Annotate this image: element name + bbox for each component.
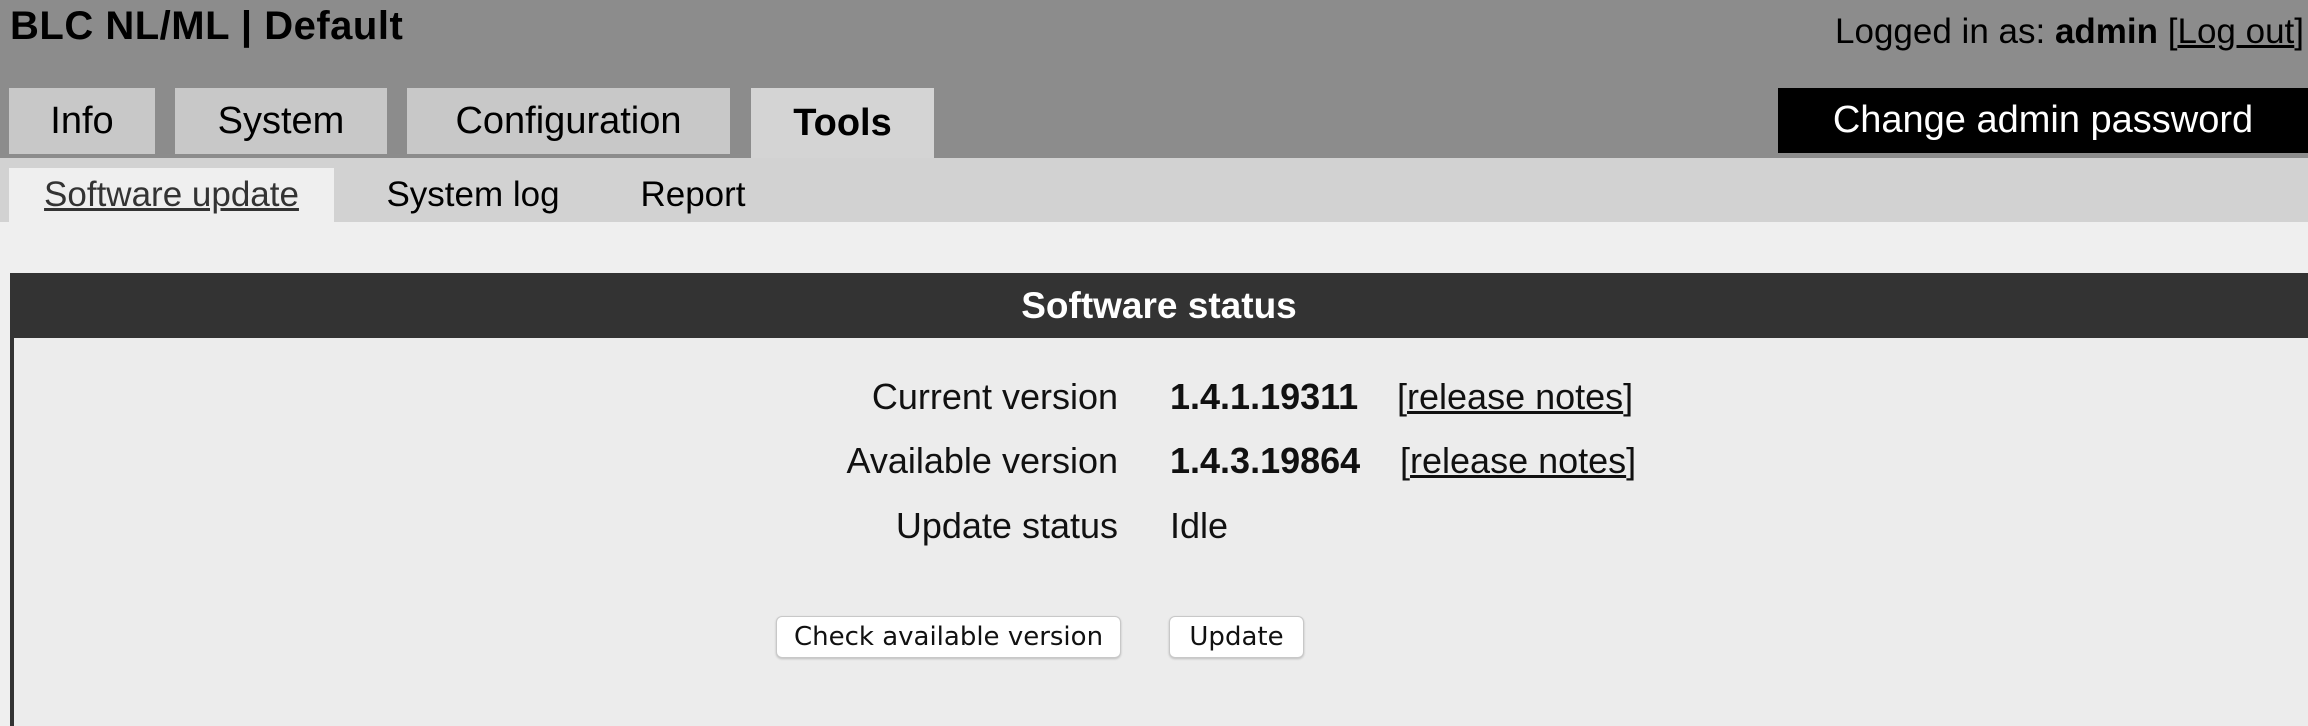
subtab-system-log[interactable]: System log [370,168,576,222]
current-version-label: Current version [871,376,1118,417]
change-admin-password-button[interactable]: Change admin password [1778,88,2308,153]
current-release-notes-link[interactable]: [release notes] [1397,376,1633,418]
tab-tools[interactable]: Tools [751,88,934,158]
update-status-value: Idle [1170,505,1229,546]
notes-bracket-close: ] [1626,440,1637,481]
panel-title: Software status [10,273,2308,338]
release-notes-text: release notes [1407,376,1624,417]
notes-bracket-open: [ [1400,440,1411,481]
update-status-label: Update status [895,505,1118,546]
subtab-report[interactable]: Report [628,168,758,222]
tab-configuration[interactable]: Configuration [407,88,730,154]
available-release-notes-link[interactable]: [release notes] [1400,440,1636,482]
login-info: Logged in as: admin [Log out] [1835,12,2304,52]
login-prefix: Logged in as: [1835,12,2055,51]
available-version-label: Available version [846,440,1119,481]
tab-system[interactable]: System [175,88,387,154]
logout-link[interactable]: Log out [2177,12,2294,51]
notes-bracket-open: [ [1397,376,1408,417]
release-notes-text: release notes [1410,440,1627,481]
available-version-value: 1.4.3.19864 [1170,440,1361,481]
update-button[interactable]: Update [1169,616,1304,658]
current-version-value: 1.4.1.19311 [1170,376,1359,417]
subtab-bar [0,158,2308,222]
app-title: BLC NL/ML | Default [10,4,404,48]
login-user: admin [2054,12,2159,51]
subtab-software-update[interactable]: Software update [9,168,334,222]
notes-bracket-close: ] [1623,376,1634,417]
bracket-close: ] [2294,12,2304,51]
tab-info[interactable]: Info [9,88,155,154]
check-available-version-button[interactable]: Check available version [776,616,1121,658]
software-status-panel [10,273,2308,726]
